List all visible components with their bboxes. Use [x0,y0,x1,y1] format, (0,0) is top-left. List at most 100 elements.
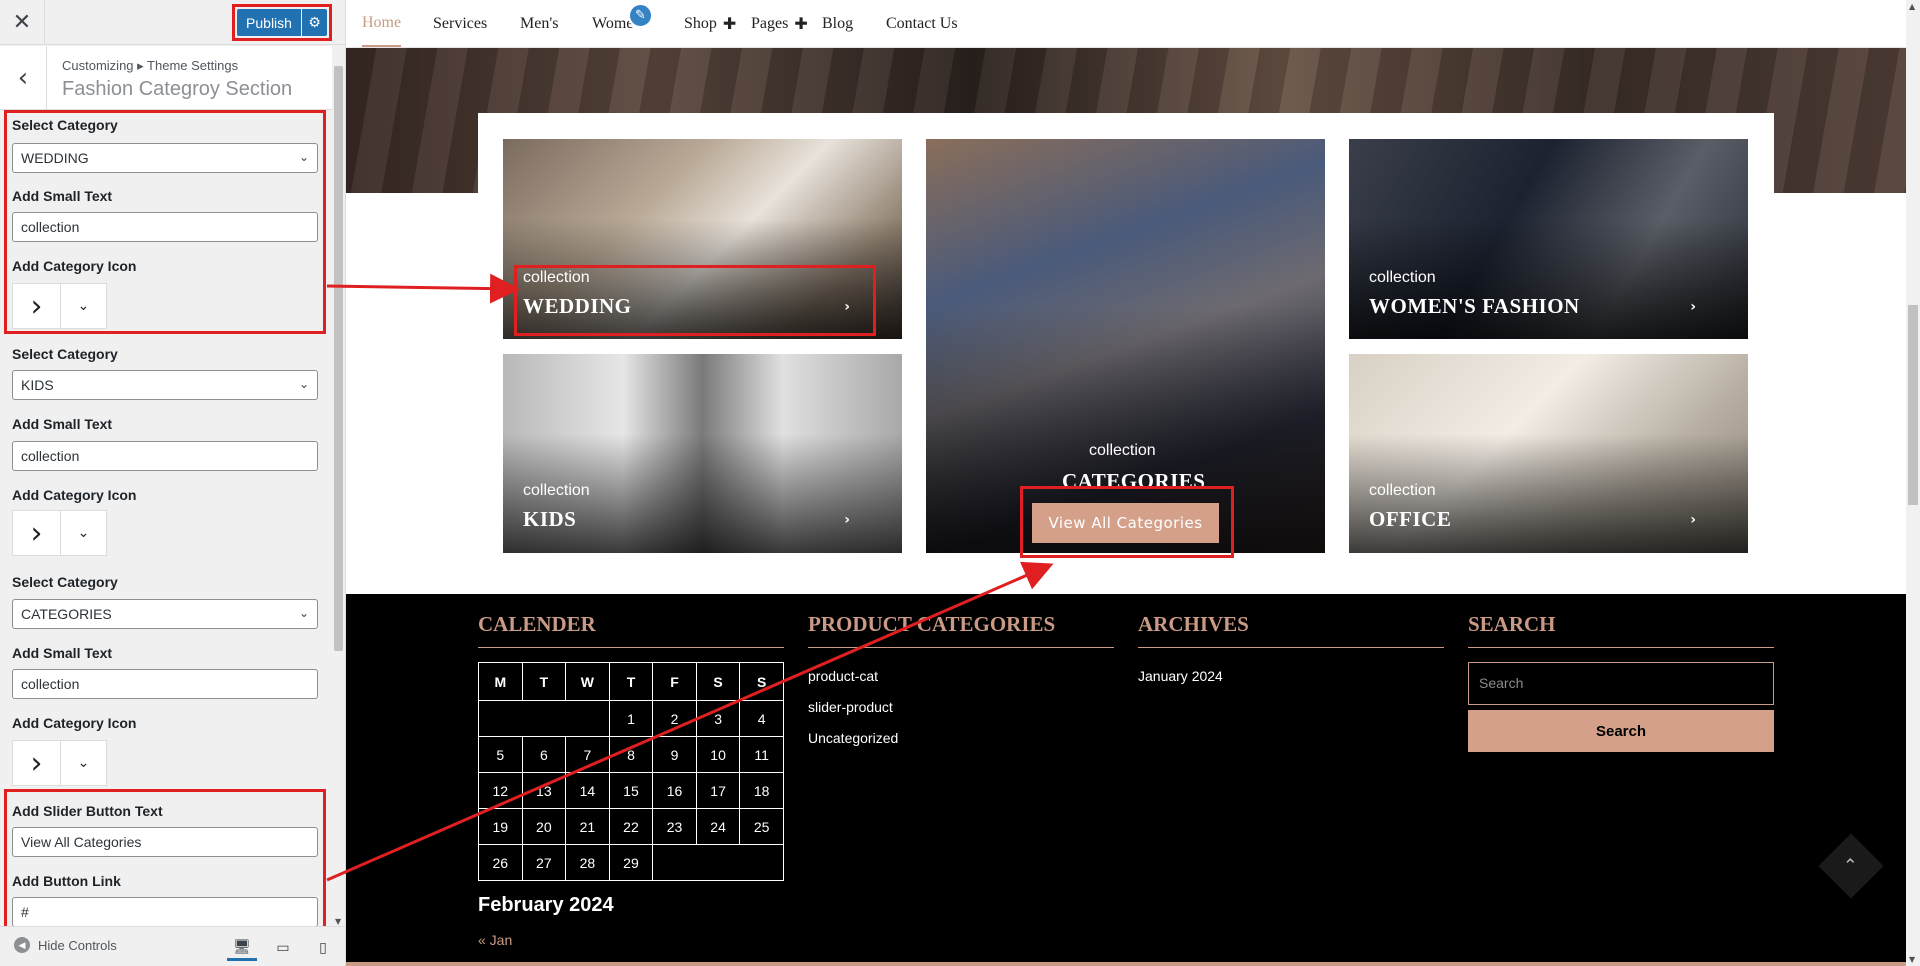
calendar-month: February 2024 [478,894,614,916]
calendar-prev-link[interactable]: « Jan [478,932,512,948]
calendar-day: 28 [565,844,610,881]
calendar-day: 24 [695,808,741,845]
select-value: CATEGORIES [21,606,112,622]
calendar-day: 11 [739,736,784,773]
customizer-header: ✕ Publish ⚙ [0,0,345,45]
button-link-input[interactable]: # [12,897,318,927]
nav-item-services[interactable]: Services [433,0,487,47]
nav-item-shop[interactable]: Shop ✚ [684,0,736,47]
card-title: OFFICE [1369,507,1452,531]
scroll-up-icon[interactable]: ▲ [1909,2,1915,11]
select-value: KIDS [21,377,54,393]
calendar-pad [478,700,610,737]
weekday: S [739,662,784,701]
select-category-dropdown[interactable]: CATEGORIES ⌄ [12,599,318,629]
publish-highlight: Publish ⚙ [232,4,332,41]
scroll-down-icon[interactable]: ▼ [335,917,341,926]
select-category-label: Select Category [12,346,118,362]
search-input[interactable]: Search [1468,662,1774,705]
tablet-preview-icon[interactable]: ▭ [268,935,298,961]
category-icon-label: Add Category Icon [12,258,137,274]
chevron-right-icon[interactable]: › [844,512,850,528]
main-navigation: Home Services Men's Wome ✎ Shop ✚ Pages ✚ … [346,0,1906,48]
chevron-down-icon: ⌄ [298,150,309,164]
calendar-day: 3 [695,700,741,737]
chevron-down-icon: ⌄ [298,606,309,620]
select-category-dropdown[interactable]: KIDS ⌄ [12,370,318,400]
search-button[interactable]: Search [1468,710,1774,752]
chevron-down-icon[interactable]: ⌄ [61,741,106,785]
weekday: F [652,662,697,701]
scrollbar-thumb[interactable] [1908,305,1918,505]
calendar-day: 29 [608,844,654,881]
card-title: WOMEN'S FASHION [1369,294,1580,318]
preview-scrollbar[interactable]: ▲ ▼ [1906,0,1920,966]
calendar-day: 17 [695,772,741,809]
close-icon[interactable]: ✕ [0,0,45,45]
nav-item-pages[interactable]: Pages ✚ [751,0,808,47]
footer-link[interactable]: January 2024 [1138,668,1223,684]
category-icon-picker[interactable]: › ⌄ [12,740,107,786]
select-category-label: Select Category [12,117,118,133]
calendar-day: 19 [478,808,523,845]
footer-link[interactable]: product-cat [808,668,878,684]
weekday: T [521,662,567,701]
edit-pencil-icon[interactable]: ✎ [628,3,653,28]
small-text-input[interactable]: collection [12,441,318,471]
customizer-footer: ◀ Hide Controls 🖥 ▭ ▯ [0,926,345,966]
divider [1138,647,1444,648]
category-card-wedding[interactable]: collection WEDDING › [503,139,902,339]
category-icon-picker[interactable]: › ⌄ [12,510,107,556]
scroll-down-icon[interactable]: ▼ [1909,955,1915,964]
desktop-preview-icon[interactable]: 🖥 [227,935,257,961]
calendar-day: 10 [695,736,741,773]
nav-shop-label: Shop [684,14,717,32]
small-text-input[interactable]: collection [12,669,318,699]
hide-controls-button[interactable]: ◀ Hide Controls [14,937,117,953]
chevron-right-icon[interactable]: › [1690,299,1696,315]
select-value: WEDDING [21,150,89,166]
nav-item-blog[interactable]: Blog [822,0,853,47]
slider-button-text-input[interactable]: View All Categories [12,827,318,857]
category-card-categories[interactable]: collection CATEGORIES [926,139,1325,553]
nav-item-home[interactable]: Home [362,0,402,47]
divider [478,647,784,648]
calendar-day: 8 [608,736,654,773]
footer-link[interactable]: slider-product [808,699,893,715]
customizer-sidebar: ✕ Publish ⚙ ‹ Customizing ▸ Theme Settin… [0,0,346,966]
gear-icon[interactable]: ⚙ [302,9,327,36]
footer-link[interactable]: Uncategorized [808,730,898,746]
plus-icon[interactable]: ✚ [794,14,807,33]
calendar-day: 25 [739,808,784,845]
nav-item-contact[interactable]: Contact Us [886,0,958,47]
calendar-day: 1 [608,700,654,737]
chevron-down-icon[interactable]: ⌄ [61,284,106,328]
category-card-kids[interactable]: collection KIDS › [503,354,902,553]
card-small-text: collection [523,269,590,286]
category-icon-picker[interactable]: › ⌄ [12,283,107,329]
chevron-down-icon[interactable]: ⌄ [61,511,106,555]
nav-item-mens[interactable]: Men's [520,0,558,47]
calendar-table: M T W T F S S 1 2 3 4 5 6 7 8 9 10 11 12… [478,662,784,881]
sidebar-scrollbar[interactable]: ▼ [332,46,345,926]
view-all-categories-button[interactable]: View All Categories [1032,503,1219,543]
calendar-day: 23 [652,808,697,845]
nav-item-womens[interactable]: Wome [592,0,633,47]
scrollbar-thumb[interactable] [334,66,343,651]
card-title: CATEGORIES [1062,469,1206,493]
small-text-label: Add Small Text [12,188,113,204]
plus-icon[interactable]: ✚ [723,14,736,33]
calendar-day: 21 [565,808,610,845]
calendar-day: 6 [521,736,567,773]
back-arrow-icon[interactable]: ‹ [0,46,47,110]
mobile-preview-icon[interactable]: ▯ [308,935,338,961]
chevron-right-icon[interactable]: › [844,299,850,315]
publish-button[interactable]: Publish [237,9,301,36]
calendar-day: 4 [739,700,784,737]
breadcrumb: Customizing ▸ Theme Settings [62,58,239,73]
category-card-office[interactable]: collection OFFICE › [1349,354,1748,553]
select-category-dropdown[interactable]: WEDDING ⌄ [12,143,318,173]
chevron-right-icon[interactable]: › [1690,512,1696,528]
category-card-womens-fashion[interactable]: collection WOMEN'S FASHION › [1349,139,1748,339]
small-text-input[interactable]: collection [12,212,318,242]
